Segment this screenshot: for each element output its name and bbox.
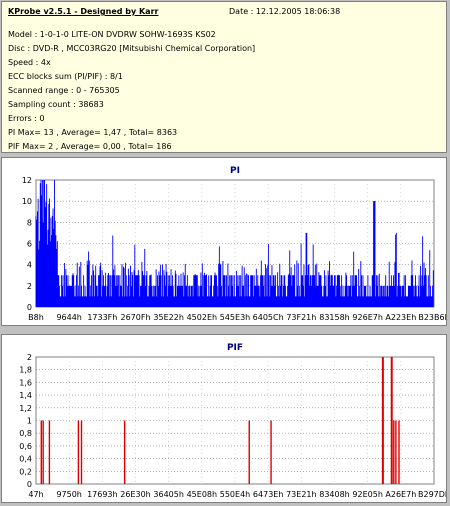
pi-summary-line: PI Max= 13 , Average= 1,47 , Total= 8363 — [8, 128, 178, 137]
x-tick-label: B23B6h — [418, 313, 446, 322]
model-line: Model : 1-0-1-0 LITE-ON DVDRW SOHW-1693S… — [8, 30, 216, 39]
y-tick-label: 0 — [27, 303, 32, 312]
x-tick-label: 4502Eh — [187, 313, 217, 322]
errors-line: Errors : 0 — [8, 114, 45, 123]
x-tick-label: 83408h — [319, 490, 350, 499]
x-tick-label: A26E7h — [385, 490, 416, 499]
x-tick-label: 550E4h — [220, 490, 250, 499]
ecc-line: ECC blocks sum (PI/PIF) : 8/1 — [8, 72, 123, 81]
y-tick-label: 0,6 — [19, 442, 32, 451]
y-tick-label: 4 — [27, 261, 32, 270]
y-tick-label: 1,4 — [19, 391, 32, 400]
chart-title: PIF — [227, 343, 243, 353]
disc-line: Disc : DVD-R , MCC03RG20 [Mitsubishi Che… — [8, 44, 256, 53]
y-tick-label: 1,8 — [19, 366, 32, 375]
x-tick-label: 92E05h — [352, 490, 382, 499]
x-tick-label: 9750h — [56, 490, 81, 499]
x-tick-label: 26E30h — [120, 490, 150, 499]
y-tick-label: 2 — [27, 282, 32, 291]
x-tick-label: 73F21h — [286, 313, 316, 322]
scan-date: Date : 12.12.2005 18:06:38 — [229, 7, 341, 16]
range-line: Scanned range : 0 - 765305 — [8, 86, 120, 95]
x-tick-label: 47h — [28, 490, 43, 499]
pif-summary-line: PIF Max= 2 , Average= 0,00 , Total= 186 — [8, 142, 172, 151]
y-tick-label: 12 — [22, 176, 32, 185]
y-tick-label: 2 — [27, 353, 32, 362]
x-tick-label: 926E7h — [352, 313, 382, 322]
x-tick-label: 45E08h — [187, 490, 217, 499]
x-tick-label: 83158h — [319, 313, 350, 322]
y-tick-label: 1 — [27, 417, 32, 426]
pi-chart: PI 0 2 4 6 8 10 12 B8h 9644h 1733Fh 2670Fh 35E22h 450… — [22, 166, 450, 322]
x-tick-label: B8h — [28, 313, 44, 322]
x-tick-label: 9644h — [56, 313, 81, 322]
y-tick-label: 6 — [27, 240, 32, 249]
info-panel: KProbe v2.5.1 - Designed by Karr Date : … — [1, 1, 447, 153]
x-tick-label: 73E21h — [286, 490, 316, 499]
x-tick-label: 17693h — [87, 490, 118, 499]
y-tick-label: 8 — [27, 218, 32, 227]
x-tick-label: B297Dh — [418, 490, 446, 499]
y-tick-label: 1,2 — [19, 404, 32, 413]
x-tick-label: 1733Fh — [87, 313, 117, 322]
x-tick-label: 6473Eh — [253, 490, 283, 499]
pif-chart-panel: PIF 0 0,2 0,4 0,6 0,8 1 1,2 1,4 1,6 1,8 2 47h 9750h 17… — [1, 334, 450, 503]
x-tick-label: 6405Ch — [253, 313, 284, 322]
x-tick-label: 545E3h — [220, 313, 250, 322]
pi-chart-panel: PI 0 2 4 6 8 10 12 B8h 9644h 1733Fh 2670Fh 35E22h 450… — [1, 157, 450, 326]
y-tick-label: 10 — [22, 197, 32, 206]
x-tick-label: 36405h — [153, 490, 184, 499]
y-tick-label: 0,2 — [19, 467, 32, 476]
x-tick-label: 35E22h — [153, 313, 183, 322]
x-tick-label: A223Eh — [385, 313, 416, 322]
y-tick-label: 1,6 — [19, 378, 32, 387]
app-title: KProbe v2.5.1 - Designed by Karr — [8, 7, 159, 16]
y-tick-label: 0 — [27, 480, 32, 489]
sampling-line: Sampling count : 38683 — [8, 100, 104, 109]
pif-chart: PIF 0 0,2 0,4 0,6 0,8 1 1,2 1,4 1,6 1,8 2 47h 9750h 17… — [19, 343, 450, 499]
chart-title: PI — [230, 166, 240, 176]
y-tick-label: 0,4 — [19, 455, 32, 464]
y-tick-label: 0,8 — [19, 429, 32, 438]
speed-line: Speed : 4x — [8, 58, 51, 67]
x-tick-label: 2670Fh — [120, 313, 150, 322]
